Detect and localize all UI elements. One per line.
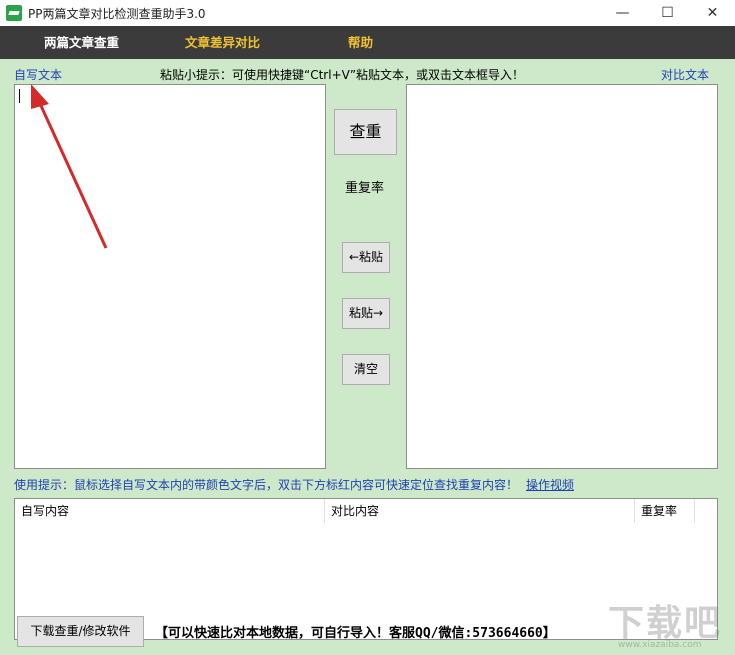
menu-bar: 两篇文章查重 文章差异对比 帮助: [0, 26, 735, 59]
menu-help[interactable]: 帮助: [348, 26, 373, 59]
close-button[interactable]: ✕: [690, 0, 735, 26]
menu-diff-compare[interactable]: 文章差异对比: [185, 26, 260, 59]
compare-text-input[interactable]: [406, 84, 718, 469]
window-title: PP两篇文章对比检测查重助手3.0: [28, 7, 206, 21]
paste-left-button[interactable]: ←粘贴: [342, 242, 390, 273]
clear-button[interactable]: 清空: [342, 354, 390, 385]
repeat-rate-label: 重复率: [345, 181, 385, 196]
compare-text-label: 对比文本: [661, 68, 710, 82]
watermark-url: www.xiazaiba.com: [618, 640, 702, 650]
minimize-button[interactable]: —: [600, 0, 645, 26]
check-button[interactable]: 查重: [334, 109, 397, 155]
text-caret: [19, 89, 20, 103]
column-compare-content[interactable]: 对比内容: [325, 499, 635, 523]
video-link[interactable]: 操作视频: [526, 476, 574, 493]
app-icon: [6, 5, 22, 21]
results-table-header: 自写内容 对比内容 重复率: [15, 499, 717, 525]
maximize-button[interactable]: ☐: [645, 0, 690, 26]
column-repeat-rate[interactable]: 重复率: [635, 499, 695, 523]
contact-note: 【可以快速比对本地数据，可自行导入！客服QQ/微信:573664660】: [155, 626, 556, 641]
usage-hint: 使用提示：鼠标选择自写文本内的带颜色文字后，双击下方标红内容可快速定位查找重复内…: [14, 478, 519, 492]
paste-tip: 粘贴小提示：可使用快捷键“Ctrl+V”粘贴文本，或双击文本框导入！: [160, 68, 525, 82]
download-software-button[interactable]: 下载查重/修改软件: [17, 616, 144, 647]
column-own-content[interactable]: 自写内容: [15, 499, 325, 523]
main-panel: 自写文本 粘贴小提示：可使用快捷键“Ctrl+V”粘贴文本，或双击文本框导入！ …: [0, 59, 735, 655]
menu-duplicate-check[interactable]: 两篇文章查重: [44, 26, 119, 59]
own-text-input[interactable]: [14, 84, 326, 469]
paste-right-button[interactable]: 粘贴→: [342, 298, 390, 329]
title-bar: PP两篇文章对比检测查重助手3.0 — ☐ ✕: [0, 0, 735, 26]
own-text-label: 自写文本: [14, 68, 63, 82]
watermark-logo: 下载吧: [608, 603, 723, 644]
